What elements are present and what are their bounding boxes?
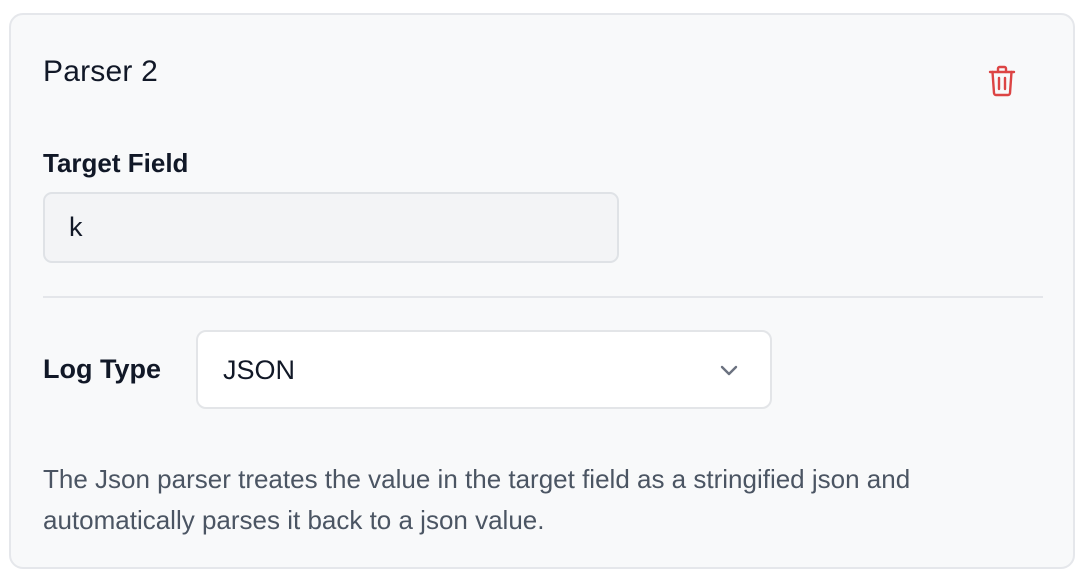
parser-title: Parser 2 <box>43 55 158 88</box>
log-type-select[interactable]: JSON <box>196 330 772 409</box>
target-field-label: Target Field <box>43 148 189 178</box>
log-type-label: Log Type <box>43 354 161 384</box>
parser-description: The Json parser treates the value in the… <box>43 464 911 535</box>
target-field-input[interactable] <box>43 192 619 263</box>
delete-parser-button[interactable] <box>984 63 1020 99</box>
chevron-down-icon <box>720 365 738 376</box>
trash-icon <box>988 65 1016 97</box>
log-type-selected-value: JSON <box>223 355 296 385</box>
section-divider <box>43 296 1043 298</box>
parser-card: Parser 2 Target Field Log Type JSON The … <box>9 13 1075 569</box>
